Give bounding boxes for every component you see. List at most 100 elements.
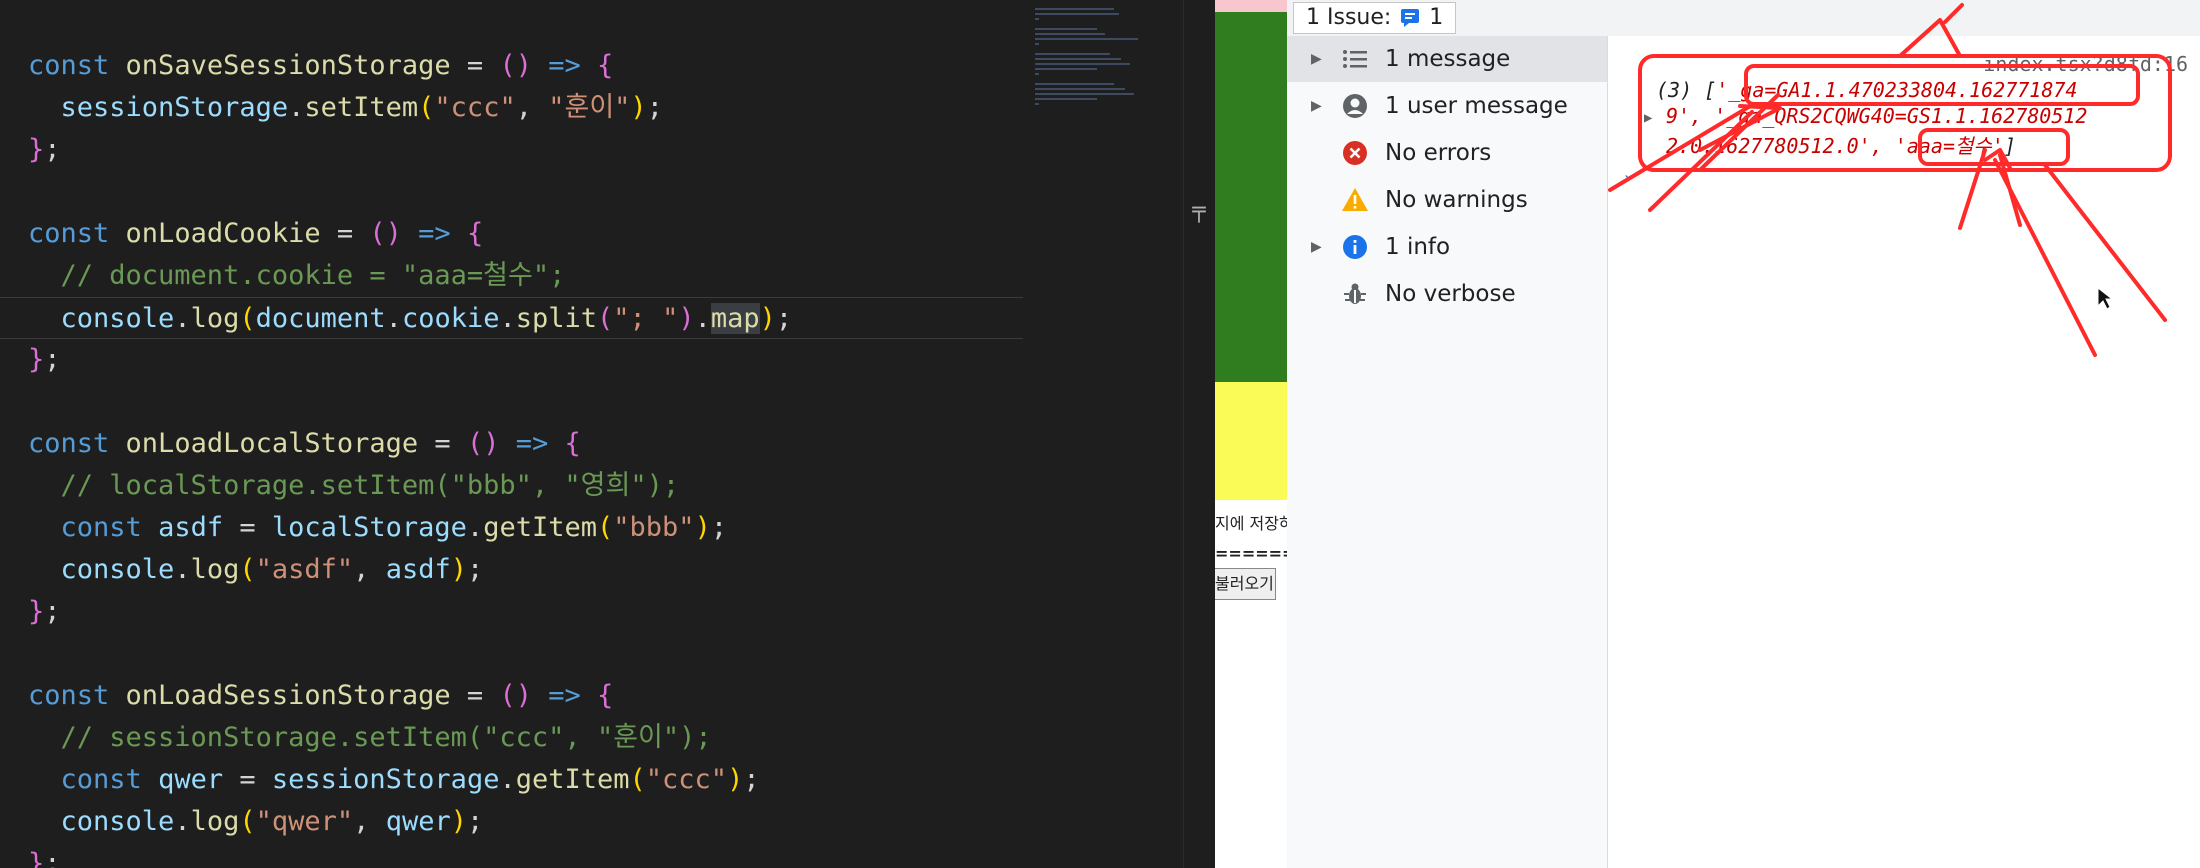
code-token: ): [450, 806, 467, 837]
code-line[interactable]: };: [0, 843, 1023, 868]
code-line[interactable]: };: [0, 591, 1023, 633]
code-line[interactable]: [0, 171, 1023, 213]
console-output[interactable]: index.tsx?d8fd:16 (3) ['_ga=GA1.1.470233…: [1608, 36, 2200, 868]
code-line[interactable]: console.log("qwer", qwer);: [0, 801, 1023, 843]
code-token: "ccc": [434, 92, 516, 123]
minimap-line: [1035, 68, 1097, 70]
console-prompt-icon[interactable]: ›: [1622, 168, 1633, 189]
log-line-1[interactable]: (3) ['_ga=GA1.1.470233804.162771874: [1656, 78, 2077, 102]
code-token: setItem: [304, 92, 419, 123]
code-token: .: [466, 512, 484, 543]
sidebar-item-label: 1 message: [1385, 46, 1511, 72]
code-line[interactable]: console.log(document.cookie.split("; ").…: [0, 297, 1023, 339]
code-token: ;: [44, 134, 61, 165]
code-line[interactable]: [0, 381, 1023, 423]
source-link[interactable]: index.tsx?d8fd:16: [1983, 52, 2188, 76]
expand-triangle-icon[interactable]: ▶: [1311, 51, 1331, 67]
code-line[interactable]: const onLoadSessionStorage = () => {: [0, 675, 1023, 717]
page-text: 지에 저장하: [1215, 514, 1287, 533]
issues-bar: 1 Issue: 1: [1287, 0, 2200, 37]
code-token: log: [190, 554, 240, 585]
code-token: ;: [44, 344, 61, 375]
code-line[interactable]: };: [0, 339, 1023, 381]
code-token: ): [759, 303, 776, 334]
code-token: ): [450, 554, 467, 585]
code-token: (: [597, 512, 614, 543]
code-line[interactable]: // localStorage.setItem("bbb", "영희");: [0, 465, 1023, 507]
code-token: ;: [466, 806, 484, 837]
code-token: .: [385, 303, 402, 334]
code-token: "asdf": [255, 554, 354, 585]
load-button[interactable]: 불러오기: [1215, 568, 1276, 600]
code-token: ,: [353, 806, 386, 837]
code-token: .: [174, 554, 191, 585]
minimap-line: [1035, 83, 1115, 85]
code-token: =: [450, 50, 500, 81]
scroll-position-icon: ╤: [1192, 198, 1206, 223]
code-editor[interactable]: const onSaveSessionStorage = () => { ses…: [0, 0, 1023, 868]
code-token: ): [694, 512, 711, 543]
code-line[interactable]: const qwer = sessionStorage.getItem("ccc…: [0, 759, 1023, 801]
green-box: [1215, 12, 1287, 382]
expand-triangle-icon[interactable]: ▶: [1311, 98, 1331, 114]
expand-triangle-icon[interactable]: ▶: [1311, 239, 1331, 255]
code-line[interactable]: // document.cookie = "aaa=철수";: [0, 255, 1023, 297]
code-token: onSaveSessionStorage: [125, 50, 451, 81]
code-token: document: [255, 303, 386, 334]
code-line[interactable]: };: [0, 129, 1023, 171]
code-token: ): [727, 764, 744, 795]
minimap-line: [1035, 38, 1139, 40]
code-token: localStorage: [271, 512, 467, 543]
sidebar-item[interactable]: ▶ 1 user message: [1287, 83, 1607, 129]
code-line[interactable]: const asdf = localStorage.getItem("bbb")…: [0, 507, 1023, 549]
code-token: ,: [515, 92, 549, 123]
code-token: qwer: [385, 806, 451, 837]
sidebar-item[interactable]: No warnings: [1287, 177, 1607, 223]
code-token: ;: [646, 92, 663, 123]
code-line[interactable]: console.log("asdf", asdf);: [0, 549, 1023, 591]
log-line-2: 9', '_ga_QRS2CQWG40=GS1.1.162780512: [1666, 104, 2088, 128]
minimap-line: [1035, 53, 1110, 55]
log-line-3: 2.0.1627780512.0', 'aaa=철수']: [1666, 134, 2016, 158]
code-token: console: [60, 806, 175, 837]
sidebar-item[interactable]: No errors: [1287, 130, 1607, 176]
code-token: (: [239, 806, 256, 837]
code-token: ;: [775, 303, 793, 334]
code-token: ;: [44, 596, 61, 627]
code-line[interactable]: sessionStorage.setItem("ccc", "훈이");: [0, 87, 1023, 129]
code-token: =: [223, 512, 272, 543]
chat-icon: [1401, 9, 1420, 27]
minimap[interactable]: [1023, 0, 1183, 868]
code-token: map: [710, 303, 760, 334]
code-token: =>: [531, 680, 597, 711]
code-token: }: [28, 596, 45, 627]
code-line[interactable]: const onSaveSessionStorage = () => {: [0, 45, 1023, 87]
code-token: ;: [743, 764, 760, 795]
code-token: (): [369, 218, 402, 249]
minimap-line: [1035, 28, 1097, 30]
code-line[interactable]: // sessionStorage.setItem("ccc", "훈이");: [0, 717, 1023, 759]
code-line[interactable]: const onLoadLocalStorage = () => {: [0, 423, 1023, 465]
code-token: .: [694, 303, 711, 334]
sidebar-item-label: No verbose: [1385, 281, 1516, 307]
code-token: "qwer": [255, 806, 354, 837]
code-token: {: [466, 218, 484, 249]
code-line[interactable]: [0, 633, 1023, 675]
code-token: onLoadSessionStorage: [125, 680, 451, 711]
code-line[interactable]: const onLoadCookie = () => {: [0, 213, 1023, 255]
issues-button[interactable]: 1 Issue: 1: [1293, 2, 1457, 34]
code-token: log: [190, 303, 240, 334]
editor-scrollbar[interactable]: [1183, 0, 1216, 868]
code-token: =>: [401, 218, 467, 249]
code-token: onLoadCookie: [125, 218, 321, 249]
code-token: sessionStorage: [60, 92, 289, 123]
sidebar-item[interactable]: ▶ 1 info: [1287, 224, 1607, 270]
code-token: const: [28, 218, 126, 249]
sidebar-item[interactable]: ▶ 1 message: [1287, 36, 1607, 82]
code-token: onLoadLocalStorage: [125, 428, 419, 459]
sidebar-item[interactable]: No verbose: [1287, 271, 1607, 317]
minimap-line: [1035, 33, 1106, 35]
expand-arrow-icon[interactable]: ▶: [1644, 110, 1652, 126]
